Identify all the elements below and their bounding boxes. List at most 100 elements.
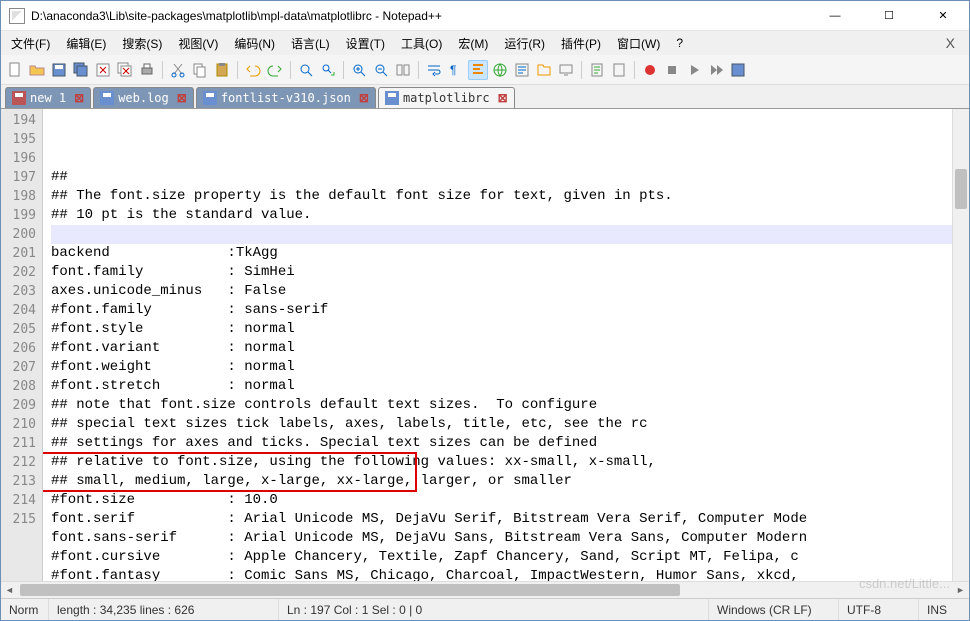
monitor-icon[interactable] [556, 60, 576, 80]
code-line[interactable]: #font.stretch : normal [51, 377, 952, 396]
line-number: 210 [3, 415, 36, 434]
code-line[interactable]: #font.size : 10.0 [51, 491, 952, 510]
save-icon [100, 91, 114, 105]
scroll-left-arrow[interactable]: ◄ [1, 582, 18, 598]
save-icon[interactable] [49, 60, 69, 80]
save-icon [12, 91, 26, 105]
copy-icon[interactable] [190, 60, 210, 80]
replace-icon[interactable] [318, 60, 338, 80]
code-line[interactable]: #font.cursive : Apple Chancery, Textile,… [51, 548, 952, 567]
code-line[interactable]: ## note that font.size controls default … [51, 396, 952, 415]
window-controls: — ☐ ✕ [817, 1, 961, 31]
maximize-button[interactable]: ☐ [871, 1, 907, 31]
new-file-icon[interactable] [5, 60, 25, 80]
line-number: 203 [3, 282, 36, 301]
doc-map-icon[interactable] [587, 60, 607, 80]
redo-icon[interactable] [265, 60, 285, 80]
menu-tools[interactable]: 工具(O) [397, 33, 446, 54]
menu-plugins[interactable]: 插件(P) [557, 33, 605, 54]
code-line[interactable]: #font.style : normal [51, 320, 952, 339]
menu-settings[interactable]: 设置(T) [342, 33, 389, 54]
save-macro-icon[interactable] [728, 60, 748, 80]
scrollbar-thumb[interactable] [20, 584, 680, 596]
menu-close-x[interactable]: X [938, 35, 963, 51]
code-line[interactable]: ## [51, 168, 952, 187]
vertical-scrollbar[interactable] [952, 109, 969, 581]
word-wrap-icon[interactable] [424, 60, 444, 80]
cut-icon[interactable] [168, 60, 188, 80]
code-line[interactable]: ## The font.size property is the default… [51, 187, 952, 206]
folder-tree-icon[interactable] [534, 60, 554, 80]
code-line[interactable]: #font.weight : normal [51, 358, 952, 377]
stop-macro-icon[interactable] [662, 60, 682, 80]
code-line[interactable]: ## relative to font.size, using the foll… [51, 453, 952, 472]
tab-weblog[interactable]: web.log ⊠ [93, 87, 194, 108]
paste-icon[interactable] [212, 60, 232, 80]
close-all-icon[interactable] [115, 60, 135, 80]
toolbar-separator [162, 61, 163, 79]
doc-list-icon[interactable] [609, 60, 629, 80]
menu-macro[interactable]: 宏(M) [454, 33, 492, 54]
code-line[interactable]: ## small, medium, large, x-large, xx-lar… [51, 472, 952, 491]
horizontal-scrollbar[interactable]: ◄ ► [1, 581, 969, 598]
menu-file[interactable]: 文件(F) [7, 33, 54, 54]
zoom-out-icon[interactable] [371, 60, 391, 80]
menu-encoding[interactable]: 编码(N) [230, 33, 279, 54]
toolbar-separator [634, 61, 635, 79]
code-line[interactable]: ## settings for axes and ticks. Special … [51, 434, 952, 453]
play-multi-icon[interactable] [706, 60, 726, 80]
scrollbar-thumb[interactable] [955, 169, 967, 209]
code-line[interactable]: #font.variant : normal [51, 339, 952, 358]
toolbar-separator [581, 61, 582, 79]
open-file-icon[interactable] [27, 60, 47, 80]
code-line[interactable]: backend :TkAgg [51, 244, 952, 263]
play-macro-icon[interactable] [684, 60, 704, 80]
lang-icon[interactable] [490, 60, 510, 80]
sync-scroll-icon[interactable] [393, 60, 413, 80]
scrollbar-track[interactable] [18, 582, 952, 598]
record-macro-icon[interactable] [640, 60, 660, 80]
code-line[interactable]: axes.unicode_minus : False [51, 282, 952, 301]
code-line[interactable]: #font.fantasy : Comic Sans MS, Chicago, … [51, 567, 952, 581]
menu-help[interactable]: ? [672, 34, 687, 52]
scroll-right-arrow[interactable]: ► [952, 582, 969, 598]
zoom-in-icon[interactable] [349, 60, 369, 80]
close-icon[interactable]: ⊠ [74, 91, 84, 105]
code-line[interactable]: font.serif : Arial Unicode MS, DejaVu Se… [51, 510, 952, 529]
menu-search[interactable]: 搜索(S) [118, 33, 166, 54]
code-line[interactable]: font.family : SimHei [51, 263, 952, 282]
code-line[interactable]: font.sans-serif : Arial Unicode MS, Deja… [51, 529, 952, 548]
code-line[interactable] [51, 225, 952, 244]
print-icon[interactable] [137, 60, 157, 80]
code-line[interactable]: ## 10 pt is the standard value. [51, 206, 952, 225]
find-icon[interactable] [296, 60, 316, 80]
line-number: 214 [3, 491, 36, 510]
close-button[interactable]: ✕ [925, 1, 961, 31]
close-icon[interactable]: ⊠ [177, 91, 187, 105]
close-icon[interactable]: ⊠ [498, 91, 508, 105]
tab-bar: new 1 ⊠ web.log ⊠ fontlist-v310.json ⊠ m… [1, 85, 969, 109]
show-chars-icon[interactable]: ¶ [446, 60, 466, 80]
function-list-icon[interactable] [512, 60, 532, 80]
tab-new1[interactable]: new 1 ⊠ [5, 87, 91, 108]
undo-icon[interactable] [243, 60, 263, 80]
save-all-icon[interactable] [71, 60, 91, 80]
code-line[interactable]: ## special text sizes tick labels, axes,… [51, 415, 952, 434]
menu-window[interactable]: 窗口(W) [613, 33, 664, 54]
menu-view[interactable]: 视图(V) [174, 33, 222, 54]
close-file-icon[interactable] [93, 60, 113, 80]
indent-guide-icon[interactable] [468, 60, 488, 80]
tab-matplotlibrc[interactable]: matplotlibrc ⊠ [378, 87, 515, 108]
minimize-button[interactable]: — [817, 1, 853, 31]
menu-language[interactable]: 语言(L) [287, 33, 334, 54]
tab-label: new 1 [30, 91, 66, 105]
menu-run[interactable]: 运行(R) [500, 33, 549, 54]
title-bar: D:\anaconda3\Lib\site-packages\matplotli… [1, 1, 969, 31]
tab-fontlist[interactable]: fontlist-v310.json ⊠ [196, 87, 376, 108]
menu-edit[interactable]: 编辑(E) [62, 33, 110, 54]
close-icon[interactable]: ⊠ [359, 91, 369, 105]
line-number-gutter: 1941951961971981992002012022032042052062… [1, 109, 43, 581]
code-line[interactable]: #font.family : sans-serif [51, 301, 952, 320]
status-length: length : 34,235 lines : 626 [49, 599, 279, 620]
code-editor[interactable]: #### The font.size property is the defau… [43, 109, 952, 581]
